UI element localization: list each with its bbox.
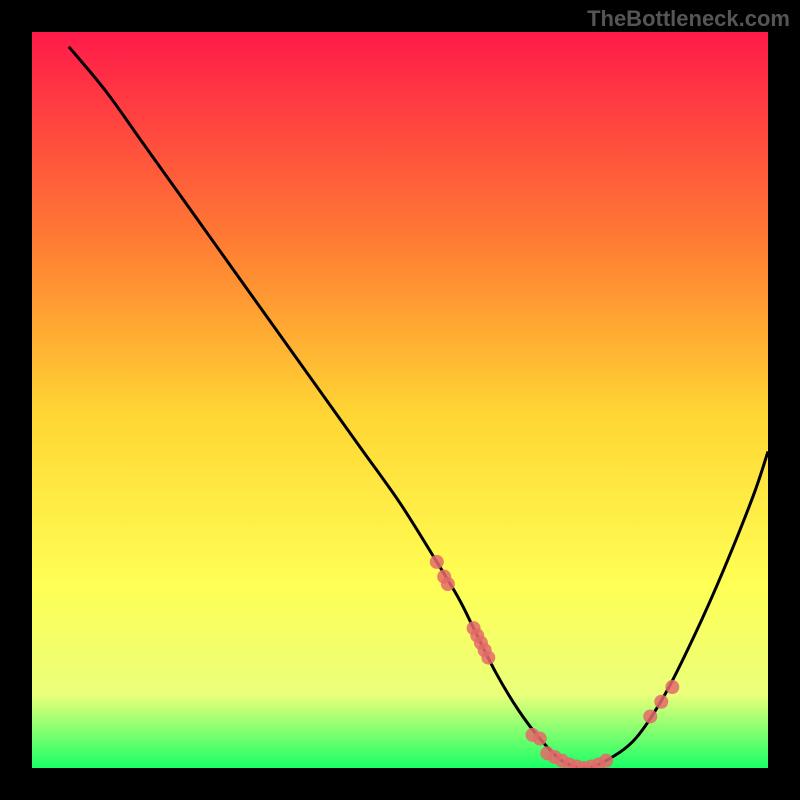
chart-frame — [32, 32, 768, 768]
watermark: TheBottleneck.com — [587, 6, 790, 32]
scatter-point — [441, 577, 455, 591]
scatter-point — [430, 555, 444, 569]
chart-svg — [32, 32, 768, 768]
scatter-point — [599, 754, 613, 768]
scatter-point — [533, 732, 547, 746]
scatter-point — [665, 680, 679, 694]
scatter-point — [643, 709, 657, 723]
scatter-point — [481, 651, 495, 665]
scatter-point — [654, 695, 668, 709]
